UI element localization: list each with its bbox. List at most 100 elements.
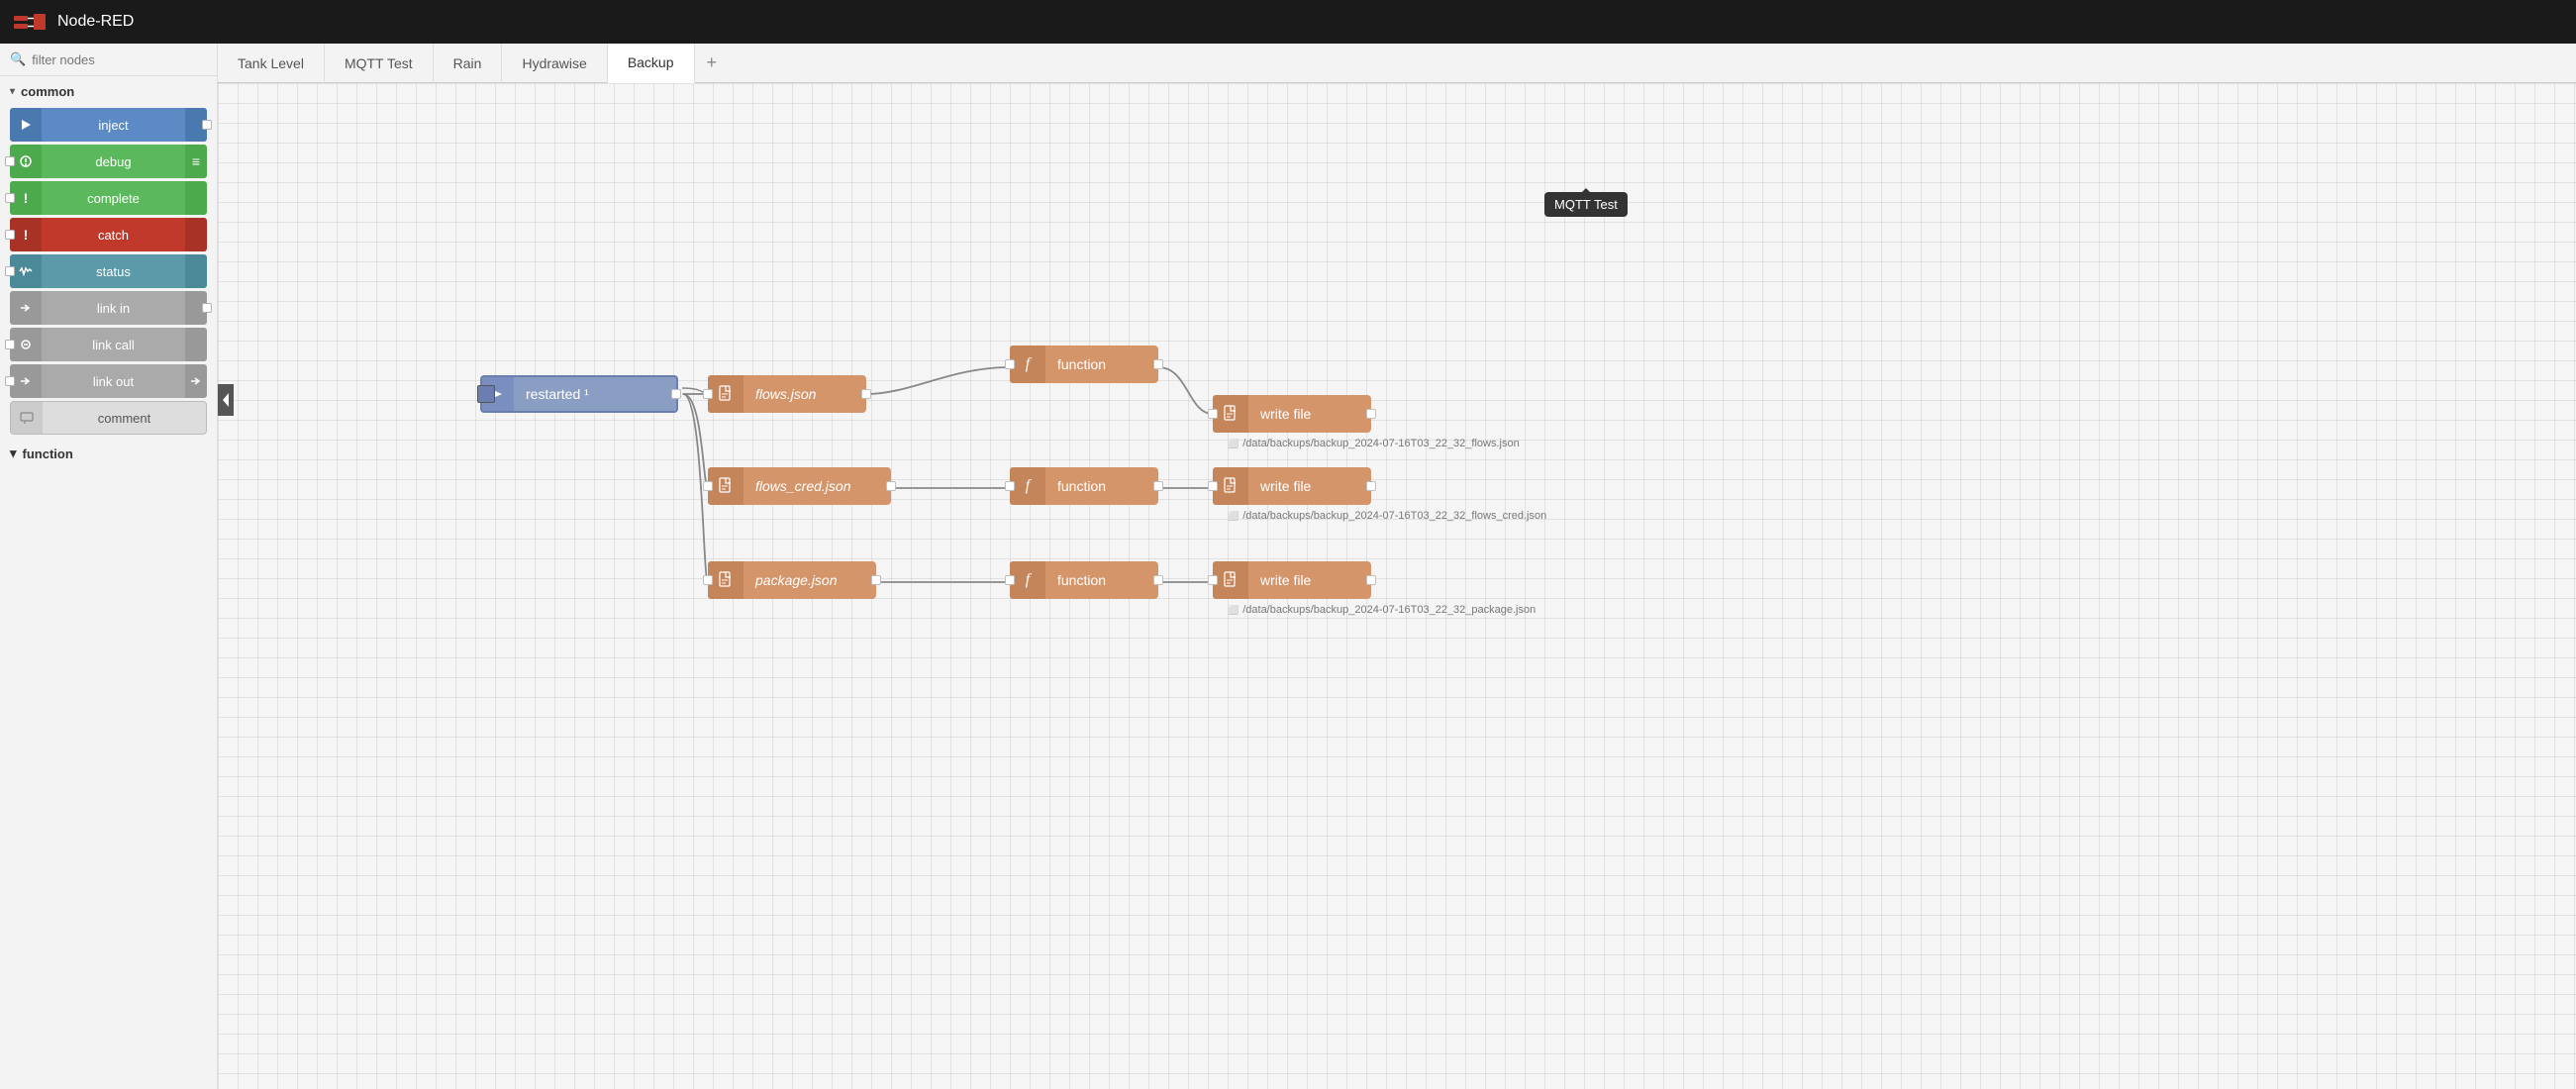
- file-icon2: [718, 477, 734, 495]
- port-right: [1153, 575, 1163, 585]
- flow-node-write-file-3[interactable]: write file: [1213, 561, 1371, 599]
- file-icon3: [718, 571, 734, 589]
- tooltip: MQTT Test: [1544, 192, 1628, 217]
- sidebar-section-function[interactable]: ▾ function: [0, 438, 217, 467]
- debug-btn[interactable]: ≡: [185, 145, 207, 178]
- sidebar-item-status[interactable]: status: [10, 254, 207, 288]
- sidebar-item-catch[interactable]: ! catch: [10, 218, 207, 251]
- flow-node-package-json-label: package.json: [743, 572, 849, 588]
- sidebar-item-link-call-label: link call: [42, 338, 185, 352]
- function-1-icon: f: [1010, 346, 1045, 383]
- sidebar-item-link-in[interactable]: link in: [10, 291, 207, 325]
- arrow-icon: [18, 117, 34, 133]
- flow-node-function-1[interactable]: f function: [1010, 346, 1158, 383]
- port-left: [1208, 481, 1218, 491]
- port-left: [703, 575, 713, 585]
- sidebar-item-link-out-label: link out: [42, 374, 185, 389]
- sidebar-item-debug[interactable]: debug ≡: [10, 145, 207, 178]
- exclaim-icon: !: [24, 190, 29, 206]
- sidebar-item-link-out[interactable]: link out: [10, 364, 207, 398]
- link-call-btn[interactable]: [185, 328, 207, 361]
- function-3-icon: f: [1010, 561, 1045, 599]
- port-right: [1366, 575, 1376, 585]
- arrow-right-icon: [19, 301, 33, 315]
- write-file-svg: [1223, 405, 1238, 423]
- flow-canvas[interactable]: MQTT Test: [218, 83, 2576, 1089]
- write-file-3-icon: [1213, 561, 1248, 599]
- link-call-svg: [19, 338, 33, 351]
- flow-node-write-file-3-label: write file: [1248, 572, 1323, 588]
- inject-icon: [10, 108, 42, 142]
- app-title: Node-RED: [57, 13, 134, 31]
- flow-node-flows-cred-json[interactable]: flows_cred.json: [708, 467, 891, 505]
- port-right: [1153, 359, 1163, 369]
- chevron-down-icon: ▾: [10, 86, 15, 97]
- flow-node-flows-json-label: flows.json: [743, 386, 828, 402]
- tab-hydrawise[interactable]: Hydrawise: [502, 44, 607, 83]
- flow-node-write-file-2-label: write file: [1248, 478, 1323, 494]
- sidebar-item-complete[interactable]: ! complete: [10, 181, 207, 215]
- arrow-icon-right: [190, 375, 202, 387]
- tab-tank-level[interactable]: Tank Level: [218, 44, 325, 83]
- sidebar: 🔍 ▾ common inject debug ≡: [0, 44, 218, 1089]
- flow-node-function-3[interactable]: f function: [1010, 561, 1158, 599]
- write-file-1-icon: [1213, 395, 1248, 433]
- node-port: [5, 193, 15, 203]
- content-area: Tank Level MQTT Test Rain Hydrawise Back…: [218, 44, 2576, 1089]
- catch-btn[interactable]: [185, 218, 207, 251]
- write-file-svg2: [1223, 477, 1238, 495]
- sidebar-search-container[interactable]: 🔍: [0, 44, 217, 76]
- complete-btn[interactable]: [185, 181, 207, 215]
- exclaim-icon2: !: [24, 227, 29, 243]
- write-file-svg3: [1223, 571, 1238, 589]
- flow-node-restarted-port-right: [671, 389, 681, 399]
- sidebar-item-link-call[interactable]: link call: [10, 328, 207, 361]
- sidebar-item-status-label: status: [42, 264, 185, 279]
- flow-node-write-file-1[interactable]: write file: [1213, 395, 1371, 433]
- flow-node-write-file-2[interactable]: write file: [1213, 467, 1371, 505]
- node-port: [5, 156, 15, 166]
- search-input[interactable]: [32, 52, 207, 67]
- flow-node-restarted[interactable]: restarted ¹: [480, 375, 678, 413]
- restart-square: [477, 385, 495, 403]
- tab-add-button[interactable]: +: [695, 44, 730, 83]
- flow-node-function-2[interactable]: f function: [1010, 467, 1158, 505]
- arrow-out-icon: [19, 374, 33, 388]
- flow-node-package-json[interactable]: package.json: [708, 561, 876, 599]
- sidebar-item-catch-label: catch: [42, 228, 185, 243]
- sidebar-item-complete-label: complete: [42, 191, 185, 206]
- func-f-icon: f: [1026, 355, 1030, 373]
- app-logo: [12, 8, 48, 36]
- status-btn[interactable]: [185, 254, 207, 288]
- port-left: [1005, 575, 1015, 585]
- tab-backup[interactable]: Backup: [608, 44, 695, 83]
- comment-icon: [11, 402, 43, 434]
- port-right: [886, 481, 896, 491]
- wave-icon: [19, 264, 33, 278]
- port-left: [1005, 481, 1015, 491]
- port-right: [871, 575, 881, 585]
- write-file-2-path: ⬜ /data/backups/backup_2024-07-16T03_22_…: [1228, 510, 1546, 522]
- tab-rain[interactable]: Rain: [434, 44, 503, 83]
- port-right: [1153, 481, 1163, 491]
- func-f-icon3: f: [1026, 571, 1030, 589]
- sidebar-item-comment[interactable]: comment: [10, 401, 207, 435]
- chevron-down-icon2: ▾: [10, 446, 17, 461]
- left-arrow-icon: [221, 392, 231, 408]
- flow-node-flows-json[interactable]: flows.json: [708, 375, 866, 413]
- logo-icon: [12, 8, 48, 36]
- port-left: [1005, 359, 1015, 369]
- left-edge-button[interactable]: [218, 384, 234, 416]
- func-f-icon2: f: [1026, 477, 1030, 495]
- sidebar-item-comment-label: comment: [43, 411, 206, 426]
- port-left: [703, 481, 713, 491]
- sidebar-section-common[interactable]: ▾ common: [0, 76, 217, 105]
- flows-cred-icon: [708, 467, 743, 505]
- tab-mqtt-test[interactable]: MQTT Test: [325, 44, 434, 83]
- flow-node-flows-cred-label: flows_cred.json: [743, 478, 863, 494]
- link-out-btn[interactable]: [185, 364, 207, 398]
- sidebar-item-debug-label: debug: [42, 154, 185, 169]
- connections-svg: [218, 83, 2576, 1089]
- sidebar-section-common-label: common: [21, 84, 74, 99]
- sidebar-item-inject[interactable]: inject: [10, 108, 207, 142]
